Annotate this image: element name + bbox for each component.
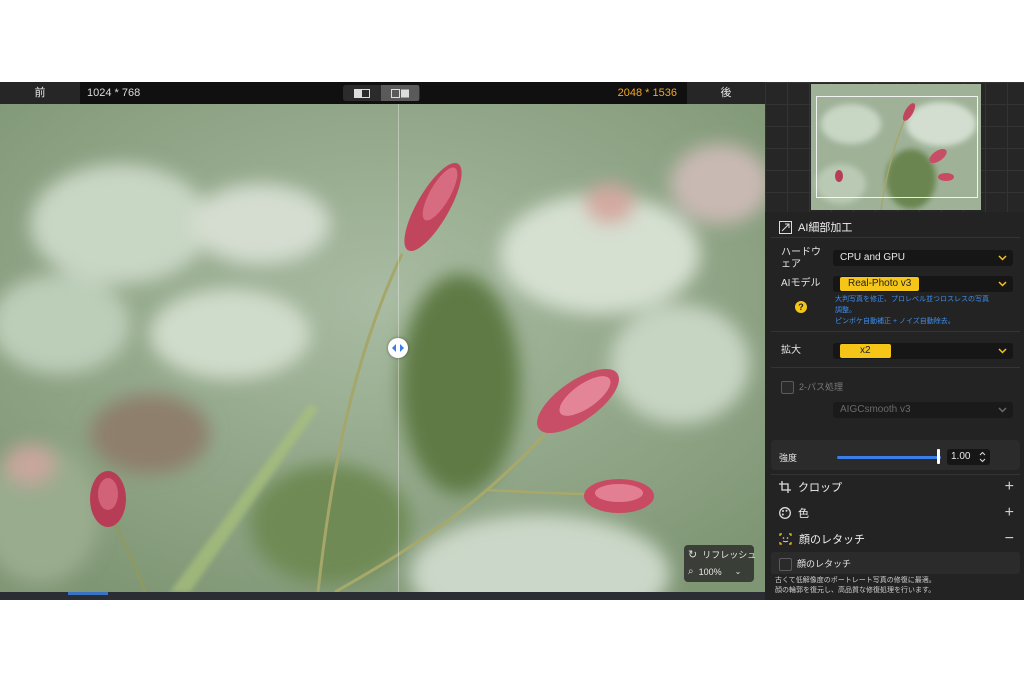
- chevron-down-icon: [998, 407, 1007, 413]
- scale-label: 拡大: [781, 345, 801, 356]
- chevron-down-icon: [998, 348, 1007, 354]
- zoom-icon: ⌕: [688, 566, 694, 577]
- ai-model-description: 大判写真を修正、プロレベル並つロスレスの写真 調整。 ピンボケ自動補正 + ノイ…: [835, 294, 1015, 327]
- divider: [771, 331, 1020, 332]
- before-button[interactable]: 前: [0, 82, 80, 104]
- side-by-side-button[interactable]: [381, 85, 419, 101]
- strength-slider-thumb[interactable]: [937, 449, 940, 464]
- divider: [771, 474, 1020, 475]
- help-icon[interactable]: ?: [795, 301, 807, 313]
- view-mode-toggle[interactable]: [343, 85, 420, 101]
- strength-label: 強度: [779, 453, 798, 463]
- flower-head-left: [90, 471, 126, 527]
- color-section[interactable]: 色 +: [779, 504, 1014, 522]
- navigator: [765, 82, 1024, 212]
- compare-handle[interactable]: [388, 338, 408, 358]
- face-icon: [779, 533, 792, 545]
- divider: [771, 237, 1020, 238]
- enhance-icon: [779, 220, 792, 234]
- face-retouch-checkbox[interactable]: [779, 558, 792, 571]
- face-retouch-option-label: 顔のレタッチ: [797, 559, 852, 569]
- crop-label: クロップ: [798, 482, 842, 494]
- drag-arrows-icon: [392, 344, 404, 352]
- collapse-icon[interactable]: −: [1005, 530, 1014, 548]
- ai-model-description-line[interactable]: ピンボケ自動補正 + ノイズ自動除去。: [835, 316, 1015, 327]
- navigator-thumbnail[interactable]: [811, 84, 981, 210]
- scale-value: x2: [840, 344, 891, 358]
- refresh-icon: ↻: [688, 549, 698, 561]
- face-retouch-section[interactable]: 顔のレタッチ −: [779, 530, 1014, 548]
- strength-input[interactable]: 1.00: [947, 449, 990, 465]
- flower-photo: [0, 104, 765, 592]
- expand-icon[interactable]: +: [1005, 478, 1014, 496]
- hardware-select[interactable]: CPU and GPU: [833, 250, 1013, 266]
- color-label: 色: [798, 508, 809, 520]
- view-controls: ↻ リフレッシュ ⌕ 100% ⌄: [684, 545, 756, 582]
- side-by-side-icon: [391, 88, 409, 98]
- refresh-label: リフレッシュ: [702, 550, 757, 560]
- face-retouch-description-line: 古くて低解像度のポートレート写真の修復に最適。: [775, 577, 936, 584]
- timeline-strip: [0, 592, 765, 600]
- flower-head-right: [584, 479, 654, 513]
- chevron-down-icon: [998, 255, 1007, 261]
- ai-model-value: Real-Photo v3: [840, 277, 920, 291]
- split-view-button[interactable]: [343, 85, 381, 101]
- chevron-down-icon: ⌄: [734, 567, 742, 576]
- split-view-icon: [354, 88, 370, 98]
- ai-model-select[interactable]: Real-Photo v3: [833, 276, 1013, 292]
- face-retouch-description-line: 顔の輪郭を復元し、高品質な修復処理を行います。: [775, 587, 936, 594]
- expand-icon[interactable]: +: [1005, 504, 1014, 522]
- two-pass-model-select[interactable]: AIGCsmooth v3: [833, 402, 1013, 418]
- palette-icon: [779, 507, 791, 519]
- section-title: AI細部加工: [798, 222, 853, 234]
- hardware-value: CPU and GPU: [840, 252, 906, 263]
- zoom-level: 100%: [698, 566, 722, 577]
- zoom-control[interactable]: ⌕ 100% ⌄: [688, 566, 741, 577]
- crop-section[interactable]: クロップ +: [779, 478, 1014, 496]
- progress-accent: [68, 592, 108, 595]
- two-pass-model-value: AIGCsmooth v3: [840, 404, 911, 415]
- settings-panel: AI細部加工 ハードウェア CPU and GPU AIモデル Real-Pho…: [765, 82, 1024, 600]
- ai-model-description-line: 大判写真を修正、プロレベル並つロスレスの写真: [835, 296, 989, 303]
- stepper-icon[interactable]: [979, 451, 986, 463]
- scale-select[interactable]: x2: [833, 343, 1013, 359]
- strength-value: 1.00: [951, 451, 971, 462]
- output-resolution: 2048 * 1536: [617, 87, 677, 99]
- crop-icon: [779, 481, 791, 493]
- after-button[interactable]: 後: [687, 82, 765, 104]
- app-window: 前 1024 * 768 2048 * 1536 後 ↻ リフレッシュ ⌕ 10…: [0, 82, 1024, 600]
- ai-model-description-line: 調整。: [835, 307, 856, 314]
- ai-enhance-section-header: AI細部加工: [779, 219, 852, 235]
- ai-model-label: AIモデル: [781, 278, 821, 289]
- face-retouch-description: 古くて低解像度のポートレート写真の修復に最適。 顔の輪郭を復元し、高品質な修復処…: [775, 576, 1015, 596]
- face-retouch-label: 顔のレタッチ: [799, 534, 865, 546]
- hardware-label: ハードウェア: [781, 247, 821, 270]
- navigator-viewport[interactable]: [816, 96, 978, 198]
- refresh-button[interactable]: ↻ リフレッシュ: [688, 548, 756, 561]
- compare-toolbar: 前 1024 * 768 2048 * 1536 後: [0, 82, 765, 104]
- image-compare-view[interactable]: ↻ リフレッシュ ⌕ 100% ⌄: [0, 104, 765, 592]
- two-pass-checkbox[interactable]: [781, 381, 794, 394]
- divider: [771, 367, 1020, 368]
- chevron-down-icon: [998, 281, 1007, 287]
- two-pass-label: 2-パス処理: [799, 382, 844, 392]
- source-resolution: 1024 * 768: [87, 87, 141, 99]
- strength-slider[interactable]: [837, 456, 941, 459]
